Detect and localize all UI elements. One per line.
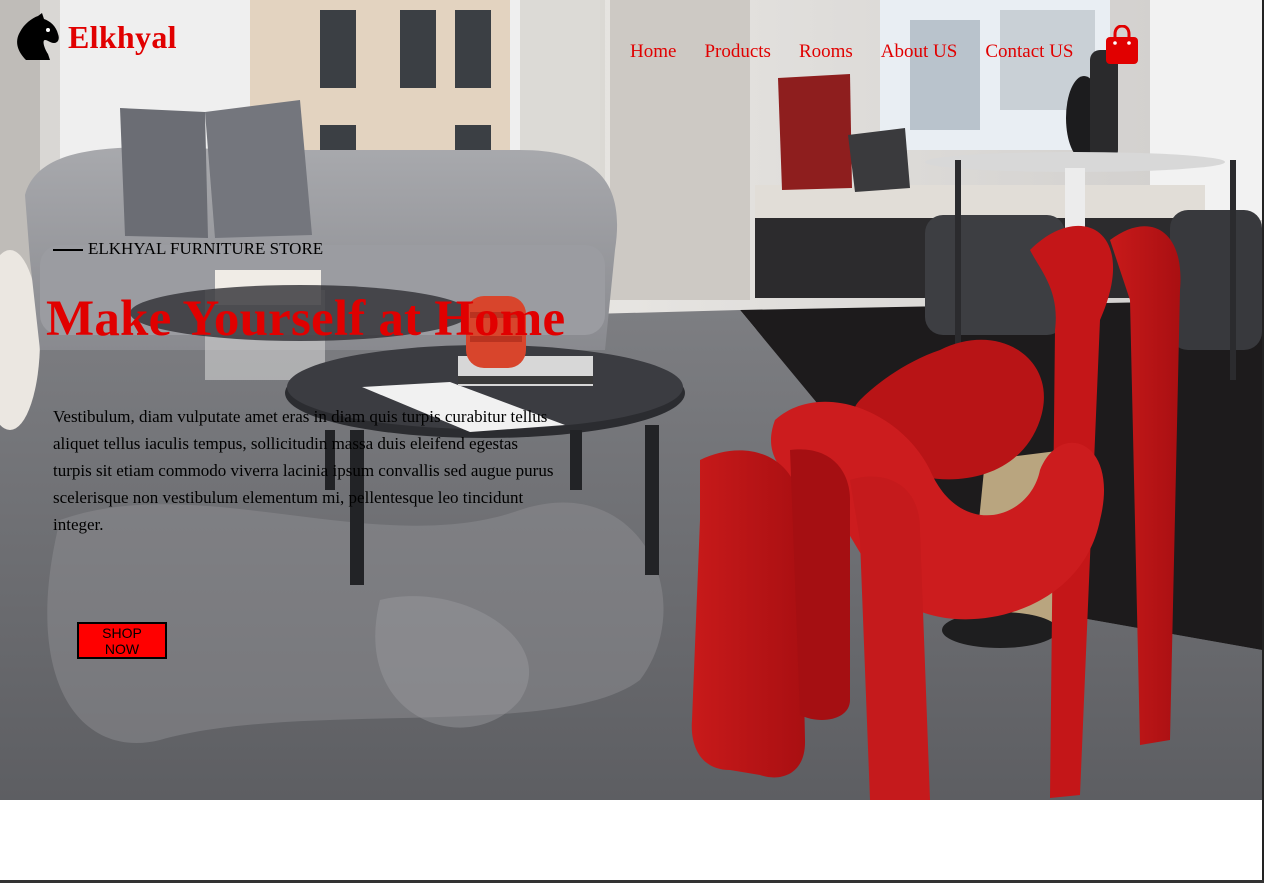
nav-link-contact[interactable]: Contact US xyxy=(985,41,1073,63)
shop-now-button[interactable]: SHOP NOW xyxy=(77,622,167,659)
hero-background-image xyxy=(0,0,1262,800)
hero-eyebrow: ELKHYAL FURNITURE STORE xyxy=(53,239,323,259)
eyebrow-dash xyxy=(53,249,83,251)
horse-head-icon xyxy=(17,13,59,60)
brand-name: Elkhyal xyxy=(68,18,177,55)
hero-section: Elkhyal Home Products Rooms About US Con… xyxy=(0,0,1262,800)
brand-logo[interactable]: Elkhyal xyxy=(12,12,177,62)
main-navigation: Home Products Rooms About US Contact US xyxy=(630,41,1101,63)
shopping-bag-icon[interactable] xyxy=(1104,25,1140,65)
nav-link-products[interactable]: Products xyxy=(704,41,771,63)
nav-link-about[interactable]: About US xyxy=(881,41,958,63)
nav-link-home[interactable]: Home xyxy=(630,41,676,63)
hero-headline: Make Yourself at Home xyxy=(46,291,566,347)
eyebrow-text: ELKHYAL FURNITURE STORE xyxy=(88,239,324,258)
nav-link-rooms[interactable]: Rooms xyxy=(799,41,853,63)
hero-description: Vestibulum, diam vulputate amet eras in … xyxy=(53,407,554,534)
